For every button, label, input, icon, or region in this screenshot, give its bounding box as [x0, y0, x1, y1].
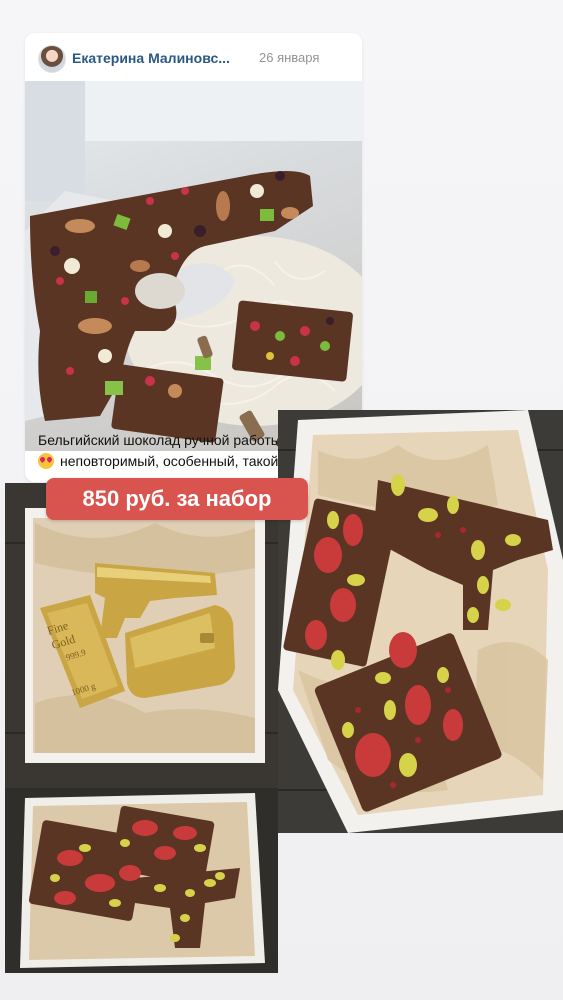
photo-chocolate-bars[interactable] [278, 410, 563, 833]
price-badge: 850 руб. за набор [46, 478, 308, 520]
author-name[interactable]: Екатерина Малиновс... [72, 50, 230, 66]
avatar[interactable] [38, 45, 66, 73]
post-text-line2-content: неповторимый, особенный, такой,... [60, 453, 294, 469]
post-header: Екатерина Малиновс... 26 января [25, 33, 362, 81]
photo-gold-set[interactable]: Fine Gold 999.9 1000 g [5, 483, 278, 788]
photo-bottom-bars[interactable] [5, 788, 278, 973]
heart-eyes-emoji-icon [38, 453, 54, 469]
post-date[interactable]: 26 января [259, 50, 319, 65]
post-photo[interactable] [25, 81, 362, 451]
